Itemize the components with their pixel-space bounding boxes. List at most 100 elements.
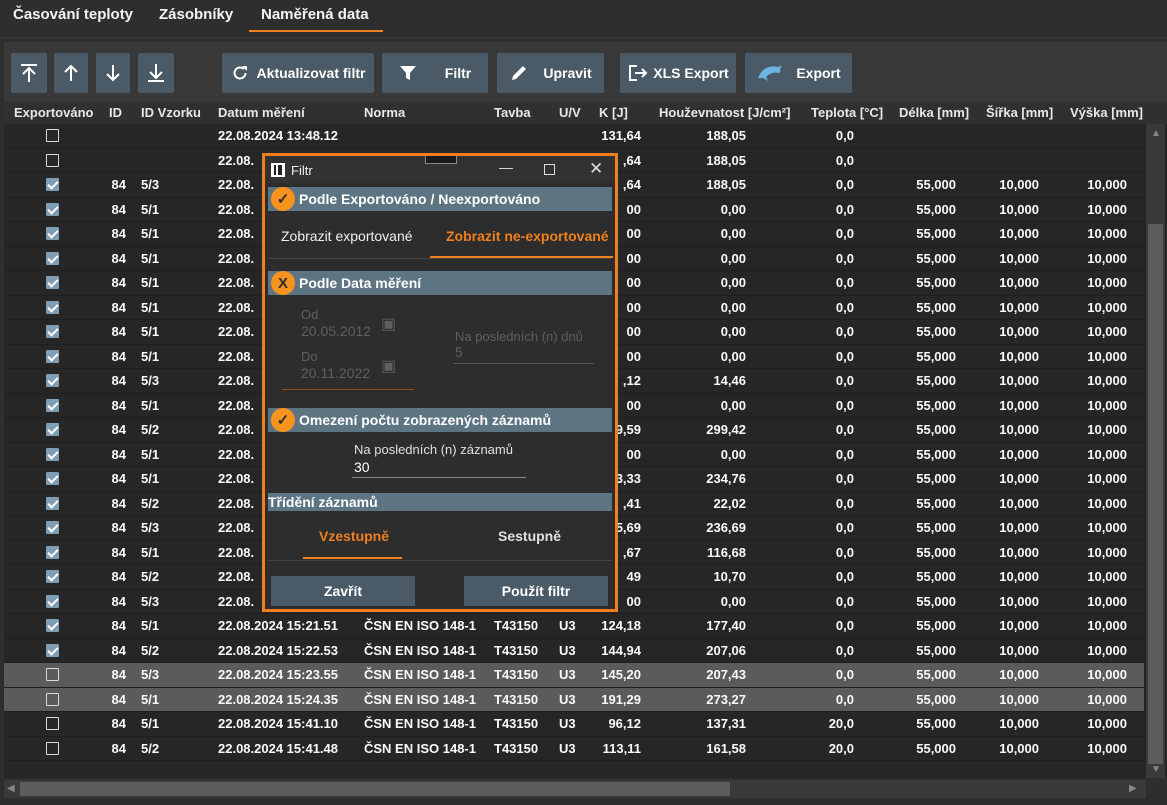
exported-checkbox[interactable] xyxy=(46,251,59,265)
date-to-label: Do xyxy=(301,349,318,364)
x-badge-icon[interactable]: X xyxy=(271,271,295,295)
filter-button[interactable]: Filtr xyxy=(382,53,488,93)
close-icon[interactable]: ✕ xyxy=(589,159,603,179)
section-sorting: Třídění záznamů xyxy=(268,493,612,511)
cell-vz: 5/1 xyxy=(141,471,160,486)
col-datum-mereni[interactable]: Datum měření xyxy=(218,105,305,120)
horizontal-scroll-thumb[interactable] xyxy=(20,782,730,796)
table-row[interactable]: 84 5/1 22.08.2024 15:21.51 ČSN EN ISO 148-1… xyxy=(4,614,1144,639)
exported-checkbox[interactable] xyxy=(46,741,59,755)
option-show-exported[interactable]: Zobrazit exportované xyxy=(281,228,413,244)
exported-checkbox[interactable] xyxy=(46,643,59,657)
dialog-titlebar[interactable]: Filtr — ✕ xyxy=(265,156,615,183)
col-teplota[interactable]: Teplota [°C] xyxy=(811,105,883,120)
horizontal-scrollbar[interactable]: ◀ ▶ xyxy=(4,780,1146,798)
scroll-left-icon[interactable]: ◀ xyxy=(7,783,15,794)
col-uv[interactable]: U/V xyxy=(559,105,581,120)
exported-checkbox[interactable] xyxy=(46,447,59,461)
tab-namerena-data[interactable]: Naměřená data xyxy=(261,6,369,32)
col-id-vzorku[interactable]: ID Vzorku xyxy=(141,105,201,120)
col-houzevnatost[interactable]: Houževnatost [J/cm²] xyxy=(659,105,790,120)
calendar-icon[interactable]: ▣ xyxy=(381,314,396,334)
cell-h: 0,00 xyxy=(720,201,746,217)
exported-checkbox[interactable] xyxy=(46,717,59,730)
date-from-field[interactable]: 20.05.2012 xyxy=(301,323,371,339)
col-tavba[interactable]: Tavba xyxy=(494,105,531,120)
exported-checkbox[interactable] xyxy=(46,129,59,142)
exported-checkbox[interactable] xyxy=(46,619,59,632)
exported-checkbox[interactable] xyxy=(46,227,59,240)
exported-checkbox[interactable] xyxy=(46,692,59,706)
edit-button[interactable]: Upravit xyxy=(497,53,604,93)
exported-checkbox[interactable] xyxy=(46,521,59,534)
last-records-field[interactable]: 30 xyxy=(354,459,370,475)
scroll-down-icon[interactable]: ▼ xyxy=(1151,764,1161,775)
cell-id: 84 xyxy=(111,397,126,413)
exported-checkbox[interactable] xyxy=(46,325,59,338)
table-row[interactable]: 84 5/1 22.08.2024 15:41.10 ČSN EN ISO 148-1… xyxy=(4,712,1144,737)
exported-checkbox[interactable] xyxy=(46,398,59,412)
col-vyska[interactable]: Výška [mm] xyxy=(1070,105,1143,120)
exported-checkbox[interactable] xyxy=(46,496,59,510)
table-row[interactable]: 84 5/1 22.08.2024 15:24.35 ČSN EN ISO 148-1… xyxy=(4,687,1144,712)
cell-s: 10,000 xyxy=(999,177,1039,192)
col-exportovano[interactable]: Exportováno xyxy=(14,105,93,120)
exported-checkbox[interactable] xyxy=(46,202,59,216)
col-norma[interactable]: Norma xyxy=(364,105,405,120)
move-down-button[interactable] xyxy=(96,53,130,93)
col-k[interactable]: K [J] xyxy=(599,105,628,120)
maximize-icon[interactable] xyxy=(544,164,555,175)
exported-checkbox[interactable] xyxy=(46,668,59,681)
arrow-bottom-icon xyxy=(148,64,164,82)
cell-h: 188,05 xyxy=(706,177,746,192)
minimize-icon[interactable]: — xyxy=(499,159,513,175)
check-badge-icon[interactable]: ✓ xyxy=(271,408,295,432)
cell-d: 55,000 xyxy=(916,373,956,388)
drag-handle[interactable] xyxy=(425,156,457,164)
close-button[interactable]: Zavřít xyxy=(271,576,415,606)
cell-id: 84 xyxy=(111,250,126,266)
exported-checkbox[interactable] xyxy=(46,178,59,191)
exported-checkbox[interactable] xyxy=(46,472,59,485)
exported-checkbox[interactable] xyxy=(46,276,59,289)
check-badge-icon[interactable]: ✓ xyxy=(271,187,295,211)
col-delka[interactable]: Délka [mm] xyxy=(899,105,969,120)
move-top-button[interactable] xyxy=(11,53,47,93)
cell-id: 84 xyxy=(111,201,126,217)
vertical-scroll-thumb[interactable] xyxy=(1148,224,1163,764)
export-button[interactable]: Export xyxy=(745,53,852,93)
xls-export-button[interactable]: XLS Export xyxy=(620,53,736,93)
refresh-filter-button[interactable]: Aktualizovat filtr xyxy=(222,53,374,93)
scroll-right-icon[interactable]: ▶ xyxy=(1129,783,1137,794)
sort-descending-option[interactable]: Sestupně xyxy=(498,528,561,544)
tab-casovani-teploty[interactable]: Časování teploty xyxy=(13,6,133,32)
exported-checkbox[interactable] xyxy=(46,545,59,559)
exported-checkbox[interactable] xyxy=(46,594,59,608)
exported-checkbox[interactable] xyxy=(46,349,59,363)
last-days-field[interactable]: 5 xyxy=(455,344,463,360)
exported-checkbox[interactable] xyxy=(46,570,59,583)
table-row[interactable]: 84 5/2 22.08.2024 15:22.53 ČSN EN ISO 148-1… xyxy=(4,638,1144,663)
vertical-scrollbar[interactable]: ▲ ▼ xyxy=(1146,124,1165,778)
sort-ascending-option[interactable]: Vzestupně xyxy=(319,528,389,544)
move-up-button[interactable] xyxy=(54,53,88,93)
exported-checkbox[interactable] xyxy=(46,423,59,436)
cell-vz: 5/1 xyxy=(141,716,160,731)
exported-checkbox[interactable] xyxy=(46,374,59,387)
apply-filter-button[interactable]: Použít filtr xyxy=(464,576,608,606)
exported-checkbox[interactable] xyxy=(46,153,59,167)
exported-checkbox[interactable] xyxy=(46,300,59,314)
section-export-title: Podle Exportováno / Neexportováno xyxy=(299,191,541,207)
table-row[interactable]: 84 5/2 22.08.2024 15:41.48 ČSN EN ISO 148-1… xyxy=(4,736,1144,761)
table-row[interactable]: 22.08.2024 13:48.12 131,64 188,05 0,0 xyxy=(4,124,1144,149)
move-bottom-button[interactable] xyxy=(138,53,174,93)
date-to-field[interactable]: 20.11.2022 xyxy=(301,365,370,381)
scroll-up-icon[interactable]: ▲ xyxy=(1151,128,1161,139)
tab-zasobniky[interactable]: Zásobníky xyxy=(159,6,233,32)
option-show-not-exported[interactable]: Zobrazit ne-exportované xyxy=(446,228,609,244)
cell-d: 55,000 xyxy=(916,691,956,707)
table-row[interactable]: 84 5/3 22.08.2024 15:23.55 ČSN EN ISO 148-1… xyxy=(4,663,1144,688)
col-id[interactable]: ID xyxy=(109,105,122,120)
col-sirka[interactable]: Šířka [mm] xyxy=(986,105,1053,120)
calendar-icon[interactable]: ▣ xyxy=(381,356,396,376)
